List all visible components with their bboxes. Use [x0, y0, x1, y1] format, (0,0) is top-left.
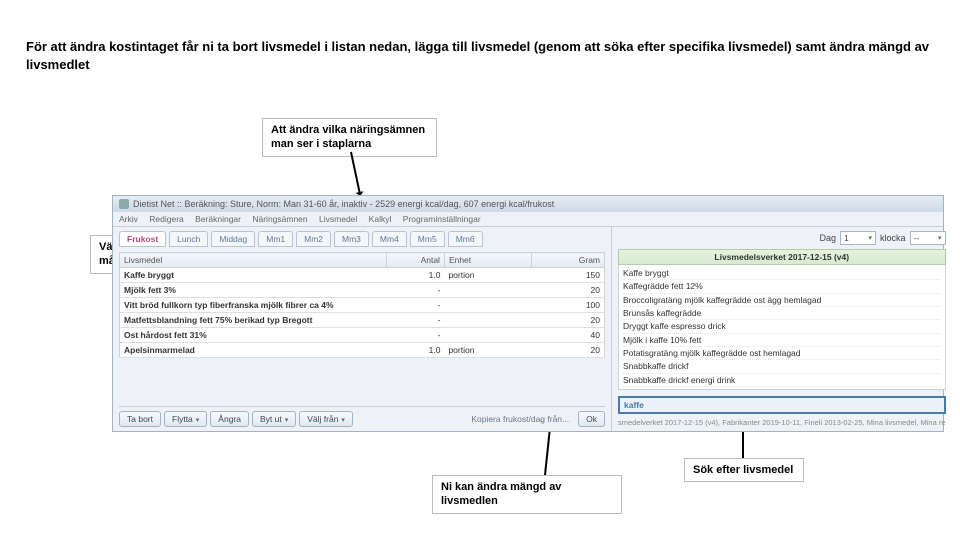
tab-mm4[interactable]: Mm4	[372, 231, 407, 247]
page-instruction: För att ändra kostintaget får ni ta bort…	[26, 38, 934, 73]
flytta-button[interactable]: Flytta▾	[164, 411, 207, 427]
search-input[interactable]	[618, 396, 946, 414]
menu-livsmedel[interactable]: Livsmedel	[319, 214, 357, 224]
meal-tabs: Frukost Lunch Middag Mm1 Mm2 Mm3 Mm4 Mm5…	[119, 231, 483, 247]
tab-lunch[interactable]: Lunch	[169, 231, 208, 247]
list-item[interactable]: Potatisgratäng mjölk kaffegrädde ost hem…	[623, 347, 941, 360]
food-table: Livsmedel Antal Enhet Gram Kaffe bryggt1…	[119, 252, 605, 358]
table-row[interactable]: Kaffe bryggt1.0portion150	[120, 268, 605, 283]
day-label: Dag	[820, 233, 837, 243]
tab-frukost[interactable]: Frukost	[119, 231, 166, 247]
menubar: Arkiv Redigera Beräkningar Näringsämnen …	[113, 212, 943, 227]
list-item[interactable]: Brunsås kaffegrädde	[623, 307, 941, 320]
menu-arkiv[interactable]: Arkiv	[119, 214, 138, 224]
list-item[interactable]: Kaffegrädde fett 12%	[623, 280, 941, 293]
col-enhet[interactable]: Enhet	[444, 253, 531, 268]
angra-button[interactable]: Ångra	[210, 411, 249, 427]
callout-andra-mangd: Ni kan ändra mängd av livsmedlen	[432, 475, 622, 514]
chevron-down-icon: ▾	[196, 417, 200, 424]
day-select[interactable]: 1▾	[840, 231, 876, 245]
tab-mm6[interactable]: Mm6	[448, 231, 483, 247]
tab-mm3[interactable]: Mm3	[334, 231, 369, 247]
col-gram[interactable]: Gram	[532, 253, 605, 268]
tab-mm1[interactable]: Mm1	[258, 231, 293, 247]
table-row[interactable]: Vitt bröd fullkorn typ fiberfranska mjöl…	[120, 298, 605, 313]
valj-fran-button[interactable]: Välj från▾	[299, 411, 353, 427]
table-row[interactable]: Mjölk fett 3%-20	[120, 283, 605, 298]
klocka-select[interactable]: --▾	[910, 231, 946, 245]
ok-button[interactable]: Ok	[578, 411, 605, 427]
ta-bort-button[interactable]: Ta bort	[119, 411, 161, 427]
menu-kalkyl[interactable]: Kalkyl	[369, 214, 392, 224]
app-icon	[119, 199, 129, 209]
col-antal[interactable]: Antal	[386, 253, 444, 268]
callout-sok: Sök efter livsmedel	[684, 458, 804, 482]
button-row: Ta bort Flytta▾ Ångra Byt ut▾ Välj från▾…	[119, 406, 605, 427]
tab-middag[interactable]: Middag	[211, 231, 255, 247]
chevron-down-icon: ▾	[341, 417, 345, 424]
chevron-down-icon: ▾	[938, 234, 942, 242]
tab-mm5[interactable]: Mm5	[410, 231, 445, 247]
right-pane: Dag 1▾ klocka --▾ Livsmedelsverket 2017-…	[611, 227, 952, 431]
col-livsmedel[interactable]: Livsmedel	[120, 253, 387, 268]
search-box	[618, 396, 946, 414]
chevron-down-icon: ▾	[869, 234, 873, 242]
list-item[interactable]: Mjölk i kaffe 10% fett	[623, 334, 941, 347]
list-item[interactable]: Dryggt kaffe espresso drick	[623, 320, 941, 333]
arrow-1	[350, 152, 362, 199]
byt-ut-button[interactable]: Byt ut▾	[252, 411, 296, 427]
menu-program[interactable]: Programinställningar	[403, 214, 481, 224]
database-header: Livsmedelsverket 2017-12-15 (v4)	[618, 249, 946, 265]
list-item[interactable]: Broccoligratäng mjölk kaffegrädde ost äg…	[623, 294, 941, 307]
table-row[interactable]: Ost hårdost fett 31%-40	[120, 328, 605, 343]
window-title: Dietist Net :: Beräkning: Sture, Norm: M…	[133, 199, 554, 209]
callout-naringsamnen: Att ändra vilka näringsämnen man ser i s…	[262, 118, 437, 157]
search-results: Kaffe bryggtKaffegrädde fett 12%Broccoli…	[618, 265, 946, 390]
klocka-label: klocka	[880, 233, 906, 243]
menu-berakningar[interactable]: Beräkningar	[195, 214, 241, 224]
left-pane: Frukost Lunch Middag Mm1 Mm2 Mm3 Mm4 Mm5…	[113, 227, 611, 431]
app-window: Dietist Net :: Beräkning: Sture, Norm: M…	[112, 195, 944, 432]
chevron-down-icon: ▾	[285, 417, 289, 424]
menu-naringsamnen[interactable]: Näringsämnen	[252, 214, 307, 224]
list-item[interactable]: Snabbkaffe drickf	[623, 360, 941, 373]
list-item[interactable]: Kaffe bryggt	[623, 267, 941, 280]
tab-mm2[interactable]: Mm2	[296, 231, 331, 247]
top-controls: Dag 1▾ klocka --▾	[618, 231, 946, 245]
menu-redigera[interactable]: Redigera	[149, 214, 184, 224]
table-row[interactable]: Apelsinmarmelad1.0portion20	[120, 343, 605, 358]
kopiera-link[interactable]: Kopiera frukost/dag från...	[471, 414, 569, 424]
list-item[interactable]: Snabbkaffe drickf energi drink	[623, 374, 941, 387]
table-row[interactable]: Matfettsblandning fett 75% berikad typ B…	[120, 313, 605, 328]
titlebar: Dietist Net :: Beräkning: Sture, Norm: M…	[113, 196, 943, 212]
database-line: smedelverket 2017-12-15 (v4), Fabrikante…	[618, 418, 946, 427]
